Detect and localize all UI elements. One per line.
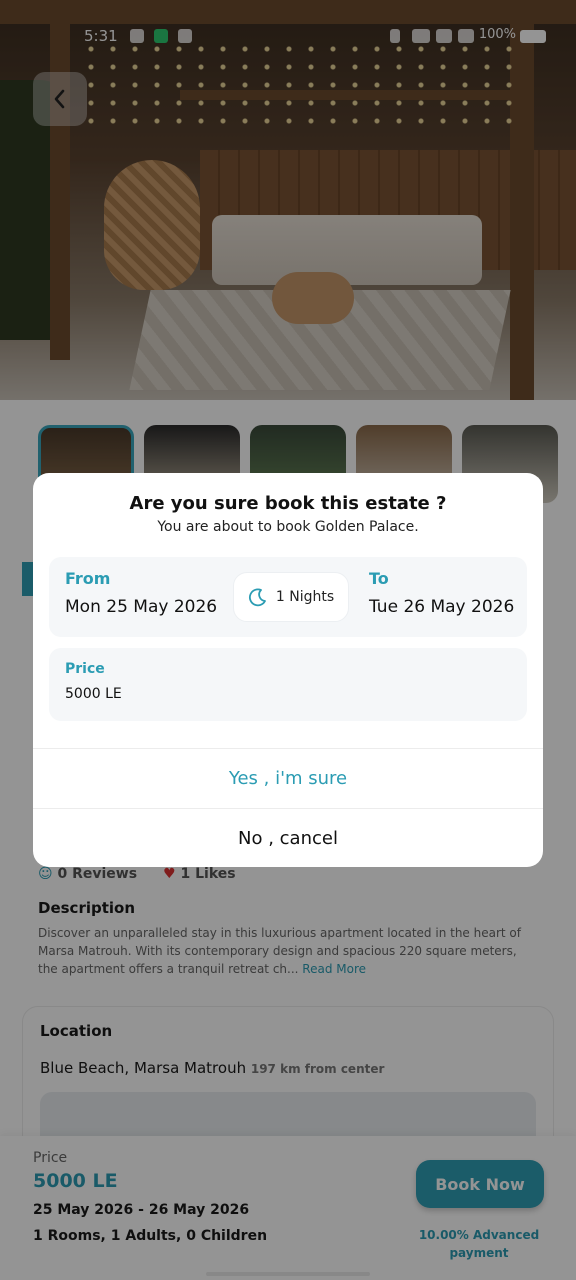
nights-count: 1 Nights bbox=[275, 589, 335, 605]
dates-card: From Mon 25 May 2026 1 Nights To Tue 26 … bbox=[49, 557, 527, 637]
to-date: Tue 26 May 2026 bbox=[369, 597, 515, 617]
from-label: From bbox=[65, 569, 111, 588]
home-indicator[interactable] bbox=[206, 1272, 370, 1276]
booking-confirm-dialog: Are you sure book this estate ? You are … bbox=[33, 473, 543, 867]
dialog-title: Are you sure book this estate ? bbox=[129, 493, 447, 514]
confirm-button[interactable]: Yes , i'm sure bbox=[33, 749, 543, 807]
price-label: Price bbox=[65, 661, 105, 677]
from-date: Mon 25 May 2026 bbox=[65, 597, 218, 617]
cancel-button[interactable]: No , cancel bbox=[33, 809, 543, 867]
price-value: 5000 LE bbox=[65, 686, 122, 702]
nights-badge: 1 Nights bbox=[233, 572, 349, 622]
to-label: To bbox=[369, 569, 389, 588]
moon-icon bbox=[248, 588, 266, 607]
price-card: Price 5000 LE bbox=[49, 648, 527, 721]
dialog-subtitle: You are about to book Golden Palace. bbox=[157, 519, 419, 535]
